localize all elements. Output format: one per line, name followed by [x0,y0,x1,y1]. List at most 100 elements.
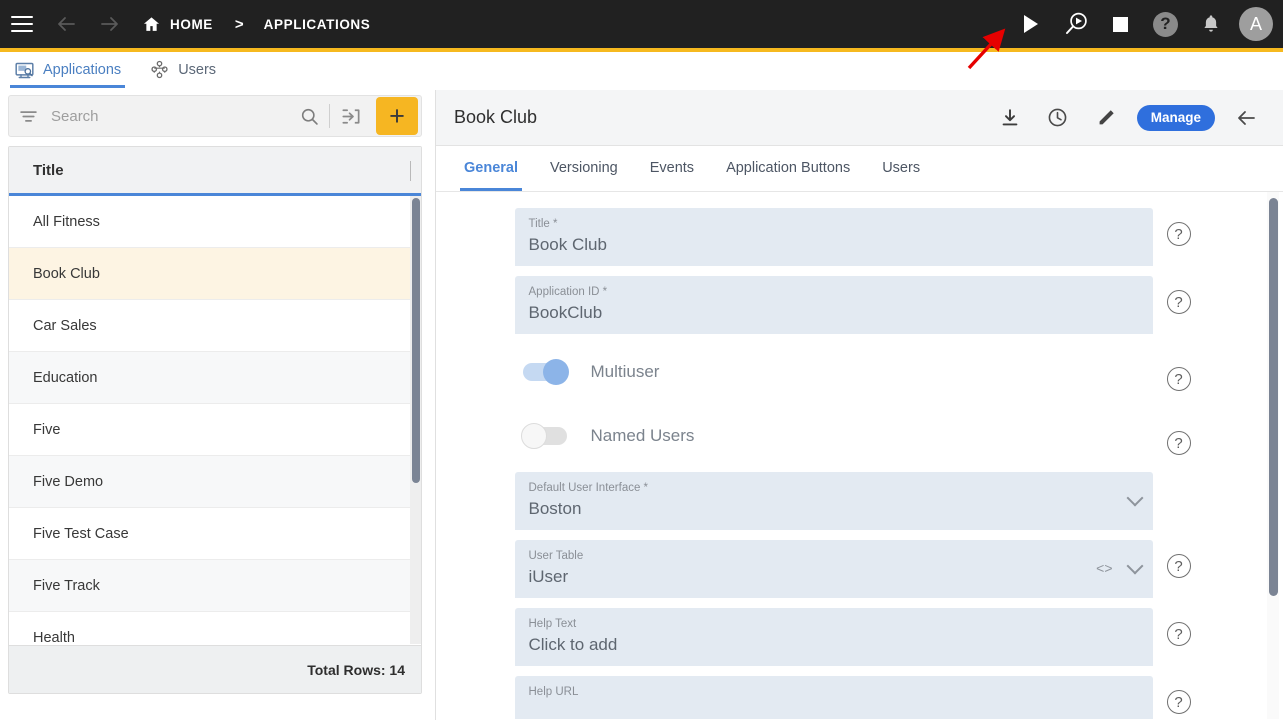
list-item[interactable]: Five [9,404,421,456]
nav-forward-button[interactable] [88,0,132,48]
run-button[interactable] [1008,0,1053,48]
list-item[interactable]: All Fitness [9,196,421,248]
tab-users-label: Users [178,62,217,78]
search-bar: + [8,95,422,137]
preview-button[interactable] [1053,0,1098,48]
import-icon [341,108,360,124]
tab-users[interactable]: Users [135,52,230,88]
application-detail-panel: Book Club Manage General Versioning Even… [435,90,1283,720]
stop-icon [1113,16,1128,32]
users-group-icon [151,60,168,78]
search-button[interactable] [289,106,329,127]
code-brackets-icon[interactable]: <> [1096,560,1112,576]
toggle-label: Multiuser [590,362,660,381]
application-window: HOME > APPLICATIONS ? A Applications Use… [0,0,1283,720]
monitor-icon [15,62,34,78]
list-item[interactable]: Car Sales [9,300,421,352]
help-button[interactable]: ? [1153,608,1205,646]
breadcrumb-home[interactable]: HOME [170,17,213,32]
list-scrollbar-track[interactable] [410,196,421,644]
form-row: Title * Book Club? [514,208,1205,266]
question-circle-icon: ? [1153,11,1178,37]
search-input[interactable] [47,107,289,125]
column-header-title[interactable]: Title [33,162,64,179]
top-bar: HOME > APPLICATIONS ? A [0,0,1283,48]
tab-applications[interactable]: Applications [0,52,135,88]
detail-back-button[interactable] [1223,95,1269,141]
manage-button[interactable]: Manage [1136,104,1215,131]
detail-scrollbar-thumb[interactable] [1269,198,1278,596]
search-icon [301,108,318,125]
history-button[interactable] [1035,95,1081,141]
list-item-label: Five [33,421,61,438]
help-button[interactable]: ? [1153,417,1205,455]
tab-application-buttons[interactable]: Application Buttons [710,145,866,191]
list-item[interactable]: Five Test Case [9,508,421,560]
help-button[interactable]: ? [1153,676,1205,714]
list-item-label: Education [33,369,98,386]
field-user-table[interactable]: User Table iUser <> [514,540,1153,598]
help-button[interactable]: ? [1143,0,1188,48]
plus-icon: + [389,101,405,131]
field-help-url[interactable]: Help URL [514,676,1153,719]
filter-button[interactable] [9,106,47,127]
field-application-id[interactable]: Application ID * BookClub [514,276,1153,334]
toggle-label: Named Users [590,426,695,445]
page-title: Book Club [454,107,538,127]
notifications-button[interactable] [1188,0,1233,48]
toggle-named-users[interactable] [520,423,567,449]
play-icon [1023,15,1038,33]
nav-back-button[interactable] [44,0,88,48]
list-scrollbar-thumb[interactable] [411,198,420,483]
edit-button[interactable] [1083,95,1129,141]
list-item[interactable]: Five Demo [9,456,421,508]
bell-icon [1203,15,1218,32]
detail-tab-strip: General Versioning Events Application Butto… [436,146,1283,192]
list-item-label: Health [33,629,75,645]
import-button[interactable] [330,105,370,128]
tab-versioning[interactable]: Versioning [534,145,634,191]
tab-general[interactable]: General [448,145,534,191]
question-circle-icon: ? [1166,367,1191,391]
tab-events[interactable]: Events [634,145,710,191]
toggle-knob [542,359,569,385]
field-label: Help URL [528,686,579,698]
field-label: Help Text [528,618,577,630]
list-item[interactable]: Health [9,612,421,644]
help-button[interactable]: ? [1153,540,1205,578]
list-item-label: All Fitness [33,213,100,230]
grid-rows: All Fitness Book Club Car Sales Education Fi… [9,196,421,644]
detail-body: Title * Book Club? Application ID * BookClu… [436,192,1283,719]
breadcrumb-current[interactable]: APPLICATIONS [264,17,371,32]
download-icon [1002,108,1018,125]
field-label: User Table [528,550,584,562]
hamburger-menu-button[interactable] [0,0,44,48]
list-item[interactable]: Book Club [9,248,421,300]
applications-list-panel: + Title All Fitness Book Club Car Sales Edu… [0,88,430,720]
help-button[interactable]: ? [1153,353,1205,391]
grid-header: Title [9,147,421,196]
list-item-label: Book Club [33,265,100,282]
help-button[interactable]: ? [1153,276,1205,314]
arrow-left-icon [1238,110,1255,125]
field-value: BookClub [528,303,603,322]
column-resize-handle[interactable] [410,161,411,181]
list-item[interactable]: Education [9,352,421,404]
home-icon [142,15,161,34]
main-tab-strip: Applications Users [0,52,1283,88]
field-default-user-interface[interactable]: Default User Interface * Boston [514,472,1153,530]
detail-tab-label: General [464,160,518,176]
pencil-icon [1099,109,1114,124]
detail-tab-label: Users [882,160,921,176]
list-item[interactable]: Five Track [9,560,421,612]
arrow-left-icon [58,17,75,31]
add-application-button[interactable]: + [376,97,418,135]
stop-button[interactable] [1098,0,1143,48]
help-button[interactable]: ? [1153,208,1205,246]
field-title[interactable]: Title * Book Club [514,208,1153,266]
toggle-multiuser[interactable] [522,359,569,385]
tab-users[interactable]: Users [866,145,936,191]
field-help-text[interactable]: Help Text Click to add [514,608,1153,666]
download-button[interactable] [987,95,1033,141]
user-avatar[interactable]: A [1239,7,1273,41]
